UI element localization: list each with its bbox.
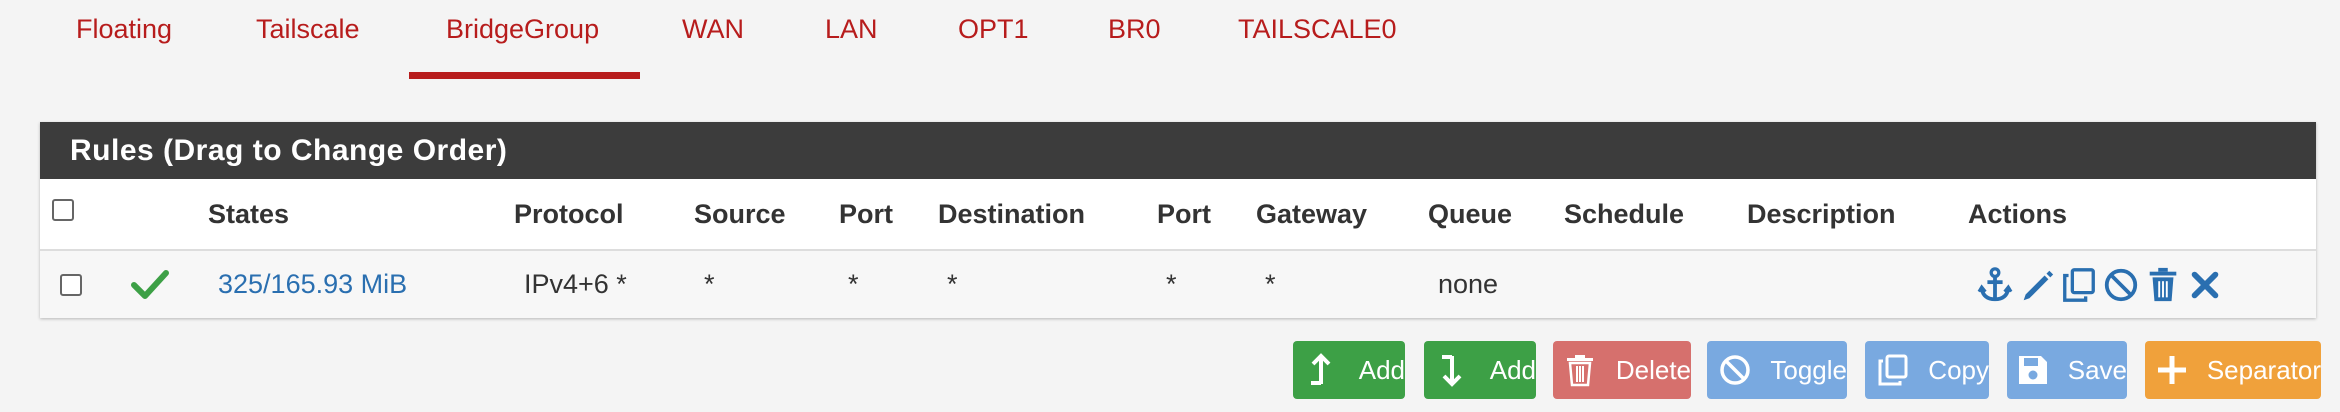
tab-br0[interactable]: BR0 [1108,8,1161,50]
copy-label: Copy [1928,354,1989,385]
interface-tabs: Floating Tailscale BridgeGroup WAN LAN O… [0,0,2340,80]
row-checkbox[interactable] [60,274,82,296]
save-label: Save [2067,354,2127,385]
tab-bridgegroup[interactable]: BridgeGroup [446,8,599,50]
col-source: Source [694,199,786,229]
cell-port-dest: * [1166,269,1177,299]
separator-label: Separator [2206,354,2321,385]
copy-icon[interactable] [2059,265,2099,305]
col-port: Port [839,199,893,229]
add-top-button[interactable]: Add [1293,341,1405,399]
col-protocol: Protocol [514,199,624,229]
ban-icon [1715,352,1754,388]
col-destination: Destination [938,199,1086,229]
copy-icon [1873,352,1912,388]
tab-opt1[interactable]: OPT1 [958,8,1029,50]
col-queue: Queue [1428,199,1513,229]
anchor-icon[interactable] [1975,265,2015,305]
tab-tailscale[interactable]: Tailscale [256,8,360,50]
add-bottom-label: Add [1489,354,1536,385]
col-description: Description [1747,199,1896,229]
col-gateway: Gateway [1256,199,1368,229]
plus-icon [2153,352,2191,388]
save-icon [2015,352,2052,388]
panel-title: Rules (Drag to Change Order) [40,122,2316,179]
cell-protocol: IPv4+6 * [524,269,627,299]
delete-button[interactable]: Delete [1553,341,1691,399]
states-link[interactable]: 325/165.93 MiB [218,251,407,318]
level-up-icon [1301,352,1341,388]
col-states: States [208,199,290,229]
select-all-checkbox[interactable] [52,199,74,221]
separator-button[interactable]: Separator [2145,341,2321,399]
trash-icon [1561,352,1600,388]
cell-queue: none [1438,269,1499,299]
ban-icon[interactable] [2101,265,2141,305]
tab-lan[interactable]: LAN [825,8,878,50]
rules-panel: Rules (Drag to Change Order) States Prot… [40,122,2316,318]
toggle-label: Toggle [1770,354,1847,385]
trash-icon[interactable] [2143,265,2183,305]
pencil-icon[interactable] [2017,265,2057,305]
row-actions [1975,251,2225,318]
cell-destination: * [947,269,958,299]
tab-tailscale0[interactable]: TAILSCALE0 [1238,8,1397,50]
add-top-label: Add [1358,354,1405,385]
cell-gateway: * [1265,269,1276,299]
add-bottom-button[interactable]: Add [1424,341,1536,399]
level-down-icon [1432,352,1472,388]
tab-floating[interactable]: Floating [76,8,172,50]
cell-source: * [704,269,715,299]
active-tab-indicator [409,72,640,79]
check-icon [130,251,170,318]
toggle-button[interactable]: Toggle [1707,341,1847,399]
times-icon[interactable] [2185,265,2225,305]
tab-wan[interactable]: WAN [682,8,744,50]
col-port-dest: Port [1157,199,1211,229]
save-button[interactable]: Save [2007,341,2127,399]
table-header: States Protocol Source Port Destination … [40,179,2316,251]
table-row[interactable]: 325/165.93 MiB IPv4+6 * * * * * * none [40,251,2316,318]
copy-button[interactable]: Copy [1865,341,1989,399]
col-actions: Actions [1968,199,2068,229]
delete-label: Delete [1615,354,1691,385]
cell-port: * [848,269,859,299]
col-schedule: Schedule [1564,199,1685,229]
